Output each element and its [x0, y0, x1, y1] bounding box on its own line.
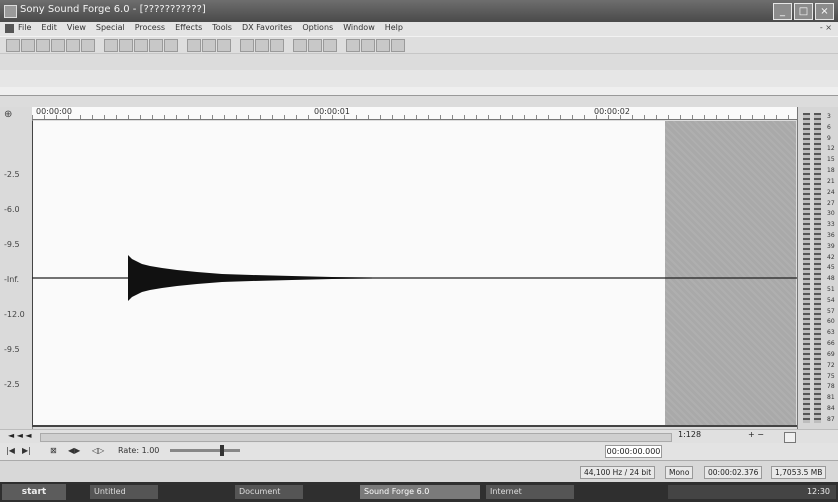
save-icon[interactable] — [36, 39, 50, 52]
taskbar-item[interactable]: Untitled — [90, 485, 158, 499]
menu-tools[interactable]: Tools — [212, 23, 232, 32]
rate-label: Rate: 1.00 — [118, 446, 160, 455]
resize-box[interactable] — [784, 432, 796, 443]
menu-help[interactable]: Help — [385, 23, 403, 32]
status-length: 00:00:02.376 — [704, 466, 763, 479]
db-label: -2.5 — [4, 380, 20, 389]
menu-bar: File Edit View Special Process Effects T… — [0, 22, 838, 36]
copy-icon[interactable] — [119, 39, 133, 52]
document-icon — [5, 24, 14, 33]
paste-icon[interactable] — [134, 39, 148, 52]
standard-toolbar — [0, 36, 838, 54]
db-label: -Inf. — [4, 275, 20, 284]
maximize-button[interactable]: □ — [794, 3, 813, 20]
menu-special[interactable]: Special — [96, 23, 125, 32]
tool-magnify-icon[interactable] — [308, 39, 322, 52]
zoom-full-icon[interactable] — [270, 39, 284, 52]
time-ruler[interactable]: 00:00:00 00:00:01 00:00:02 — [32, 107, 797, 120]
status-channels[interactable]: Mono — [665, 466, 694, 479]
db-scale: ⊕ -2.5 -6.0 -9.5 -Inf. -12.0 -9.5 -2.5 — [0, 107, 33, 429]
print-preview-icon[interactable] — [81, 39, 95, 52]
undo-icon[interactable] — [187, 39, 201, 52]
playbar-go-start[interactable]: |◀ — [6, 446, 15, 455]
trim-icon[interactable] — [164, 39, 178, 52]
status-disk-space: 1,7053.5 MB — [771, 466, 827, 479]
start-button[interactable]: start — [2, 484, 66, 500]
print-icon[interactable] — [66, 39, 80, 52]
zoom-buttons[interactable]: + − — [748, 430, 764, 439]
new-icon[interactable] — [6, 39, 20, 52]
record-icon[interactable] — [361, 39, 375, 52]
mdi-controls[interactable]: - × — [820, 23, 832, 32]
zoom-out-icon[interactable] — [255, 39, 269, 52]
app-icon — [4, 5, 17, 18]
cut-icon[interactable] — [104, 39, 118, 52]
menu-edit[interactable]: Edit — [41, 23, 57, 32]
taskbar-item[interactable]: Document — [235, 485, 303, 499]
zoom-level[interactable]: 1:128 — [678, 430, 701, 439]
waveform — [32, 255, 797, 301]
status-bar: 44,100 Hz / 24 bit Mono 00:00:02.376 1,7… — [0, 460, 838, 483]
db-label: -6.0 — [4, 205, 20, 214]
db-label: -2.5 — [4, 170, 20, 179]
clock: 12:30 — [806, 487, 830, 496]
taskbar: start Untitled Document Sound Forge 6.0 … — [0, 482, 838, 502]
db-label: -9.5 — [4, 345, 20, 354]
window-title: Sony Sound Forge 6.0 - [???????????] — [20, 4, 206, 15]
playbar-go-end[interactable]: ▶| — [22, 446, 31, 455]
help-icon[interactable] — [391, 39, 405, 52]
tool-pencil-icon[interactable] — [323, 39, 337, 52]
db-label: -9.5 — [4, 240, 20, 249]
cursor-time[interactable]: 00:00:00.000 — [605, 445, 662, 458]
level-meter-right — [814, 113, 821, 423]
waveform-bottom-border — [32, 425, 797, 427]
open-icon[interactable] — [21, 39, 35, 52]
horizontal-scroll-row: ◄ ◄ ◄ 1:128 + − — [0, 429, 838, 444]
horizontal-scrollbar[interactable] — [40, 433, 672, 442]
scroll-left-arrows[interactable]: ◄ ◄ ◄ — [8, 431, 32, 440]
scale-corner-icon: ⊕ — [4, 109, 13, 120]
rate-slider-knob[interactable] — [220, 445, 224, 456]
status-format[interactable]: 44,100 Hz / 24 bit — [580, 466, 656, 479]
playbar-normal[interactable]: ◁▷ — [92, 446, 104, 455]
ruler-marks — [32, 115, 797, 119]
burn-cd-icon[interactable] — [376, 39, 390, 52]
title-bar: Sony Sound Forge 6.0 - [???????????] _ □… — [0, 0, 838, 22]
meter-scale: 369 12 15 18 21 24 27 30 33 36 39 42 45 48 51 54 5… — [827, 113, 835, 423]
mix-icon[interactable] — [149, 39, 163, 52]
menu-dx-favorites[interactable]: DX Favorites — [242, 23, 292, 32]
menu-effects[interactable]: Effects — [175, 23, 202, 32]
save-as-icon[interactable] — [51, 39, 65, 52]
redo-icon[interactable] — [202, 39, 216, 52]
menu-window[interactable]: Window — [343, 23, 375, 32]
repeat-icon[interactable] — [217, 39, 231, 52]
rate-slider[interactable] — [170, 445, 240, 456]
menu-view[interactable]: View — [67, 23, 86, 32]
minimize-button[interactable]: _ — [773, 3, 792, 20]
taskbar-item[interactable]: Internet — [486, 485, 574, 499]
level-meter-left — [803, 113, 810, 423]
menu-file[interactable]: File — [18, 23, 31, 32]
empty-toolbar-row — [0, 70, 838, 88]
menu-options[interactable]: Options — [302, 23, 333, 32]
overview-bar[interactable] — [0, 87, 838, 96]
tool-edit-icon[interactable] — [293, 39, 307, 52]
close-button[interactable]: × — [815, 3, 834, 20]
properties-icon[interactable] — [346, 39, 360, 52]
waveform-burst — [128, 255, 372, 301]
menu-process[interactable]: Process — [135, 23, 165, 32]
playbar-loop[interactable]: ◀▶ — [68, 446, 80, 455]
taskbar-item-active[interactable]: Sound Forge 6.0 — [360, 485, 480, 499]
zoom-in-icon[interactable] — [240, 39, 254, 52]
level-meter-panel: 369 12 15 18 21 24 27 30 33 36 39 42 45 48 51 54 5… — [797, 107, 838, 429]
playbar-mode[interactable]: ⊠ — [50, 446, 57, 455]
system-tray: 12:30 — [668, 485, 836, 499]
playbar: |◀ ▶| ⊠ ◀▶ ◁▷ Rate: 1.00 00:00:00.000 — [0, 443, 838, 459]
db-label: -12.0 — [4, 310, 25, 319]
